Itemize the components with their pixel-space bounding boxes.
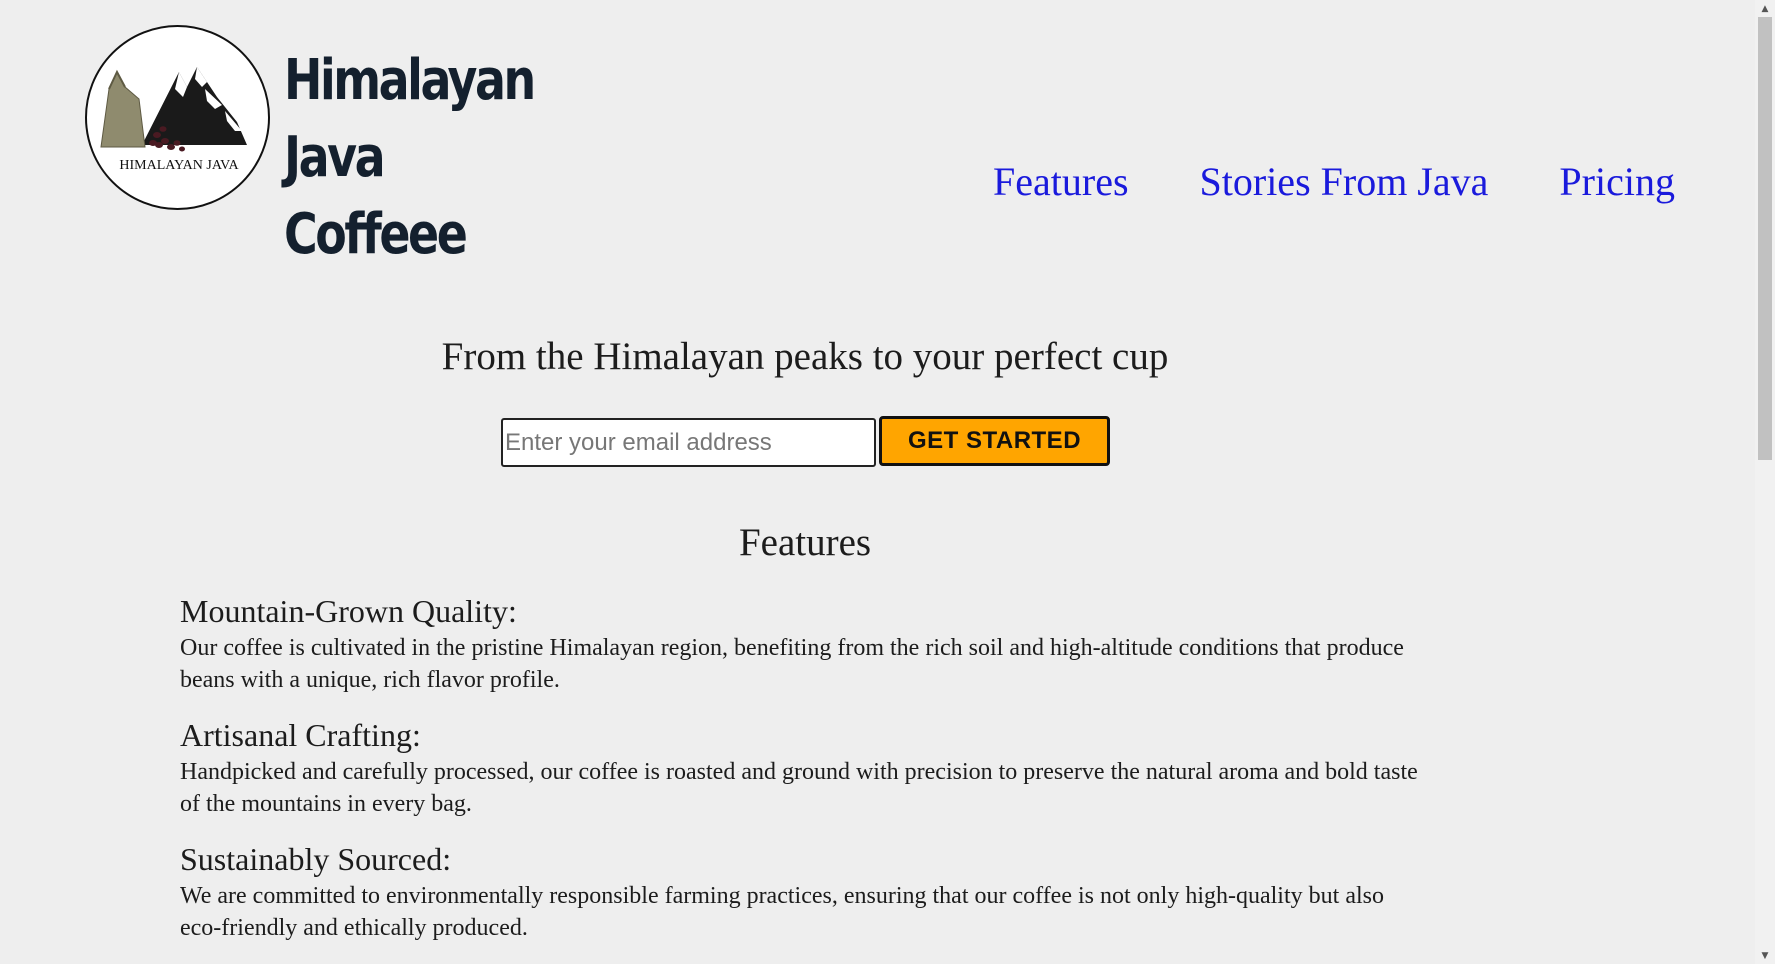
feature-title: Mountain-Grown Quality: — [180, 593, 517, 629]
feature-item: Sustainably Sourced: We are committed to… — [180, 838, 1430, 944]
brand-title: Himalayan Java Coffeee — [284, 42, 628, 273]
nav-link-stories[interactable]: Stories From Java — [1200, 156, 1489, 208]
brand-title-line1: Himalayan Java — [284, 48, 536, 190]
feature-text: Our coffee is cultivated in the pristine… — [180, 635, 1404, 693]
logo-text: HIMALAYAN JAVA — [119, 158, 239, 173]
feature-text: We are committed to environmentally resp… — [180, 883, 1384, 941]
scrollbar-thumb[interactable] — [1758, 17, 1772, 460]
feature-text: Handpicked and carefully processed, our … — [180, 759, 1418, 817]
mountain-coffee-sack-logo-icon: HIMALAYAN JAVA — [100, 67, 247, 173]
get-started-button[interactable]: GET STARTED — [879, 416, 1110, 466]
logo[interactable]: HIMALAYAN JAVA — [85, 25, 270, 210]
features-heading: Features — [738, 521, 872, 564]
page: HIMALAYAN JAVA Himalayan Java Coffeee Fe… — [0, 0, 1755, 964]
vertical-scrollbar[interactable]: ▲ ▼ — [1755, 0, 1775, 964]
scroll-down-arrow-icon[interactable]: ▼ — [1755, 947, 1775, 964]
hero-title: From the Himalayan peaks to your perfect… — [441, 335, 1169, 378]
main-nav: Features Stories From Java Pricing — [993, 156, 1675, 208]
feature-item: Artisanal Crafting: Handpicked and caref… — [180, 714, 1430, 820]
brand-title-line2: Coffeee — [284, 202, 468, 267]
nav-link-pricing[interactable]: Pricing — [1559, 156, 1675, 208]
email-input[interactable] — [501, 418, 876, 467]
feature-title: Sustainably Sourced: — [180, 841, 452, 877]
scroll-up-arrow-icon[interactable]: ▲ — [1755, 0, 1775, 17]
feature-item: Mountain-Grown Quality: Our coffee is cu… — [180, 590, 1430, 696]
nav-link-features[interactable]: Features — [993, 156, 1129, 208]
feature-title: Artisanal Crafting: — [180, 717, 421, 753]
